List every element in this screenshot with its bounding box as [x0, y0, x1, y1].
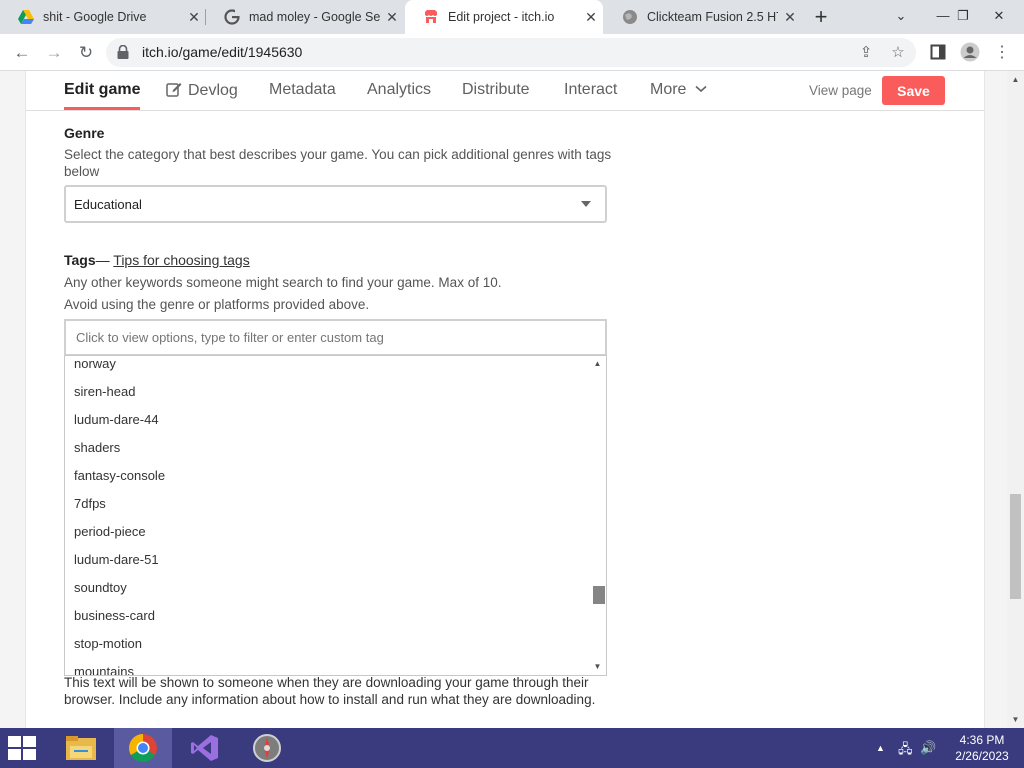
nav-devlog-label: Devlog: [188, 82, 238, 99]
nav-analytics[interactable]: Analytics: [367, 81, 431, 99]
nav-devlog[interactable]: Devlog: [166, 81, 238, 100]
forward-icon[interactable]: →: [40, 39, 68, 67]
nav-edit-game[interactable]: Edit game: [64, 81, 141, 110]
tag-option[interactable]: 7dfps: [74, 496, 106, 511]
tab-title: mad moley - Google Search: [249, 10, 380, 24]
share-icon[interactable]: ⇪: [856, 43, 876, 63]
save-button[interactable]: Save: [882, 76, 945, 105]
clickteam-fusion-icon: [253, 734, 281, 762]
bookmark-star-icon[interactable]: ☆: [888, 43, 908, 63]
close-tab-icon[interactable]: ✕: [182, 9, 206, 26]
taskbar-file-explorer[interactable]: [52, 728, 110, 768]
taskbar-clock[interactable]: 4:36 PM 2/26/2023: [946, 732, 1018, 764]
page-scrollbar[interactable]: ▲ ▼: [1007, 71, 1024, 728]
tab-search-icon[interactable]: ⌄: [884, 0, 918, 34]
tag-option[interactable]: norway: [74, 356, 116, 371]
scroll-down-arrow-icon[interactable]: ▼: [1007, 711, 1024, 728]
tab-title: shit - Google Drive: [43, 10, 147, 24]
address-bar[interactable]: itch.io/game/edit/1945630 ⇪ ☆: [106, 38, 916, 67]
nav-distribute[interactable]: Distribute: [462, 81, 530, 99]
edit-pencil-icon: [166, 83, 182, 97]
page-viewport: Edit game Devlog Metadata Analytics Dist…: [0, 71, 1024, 728]
volume-icon[interactable]: 🔊: [920, 740, 936, 756]
tag-option[interactable]: soundtoy: [74, 580, 127, 595]
tag-option[interactable]: business-card: [74, 608, 155, 623]
globe-icon: [623, 10, 637, 24]
nav-more[interactable]: More: [650, 81, 713, 99]
tag-option[interactable]: ludum-dare-44: [74, 412, 159, 427]
genre-select[interactable]: Educational: [64, 185, 607, 223]
tray-overflow-icon[interactable]: ▲: [876, 743, 885, 753]
edit-nav: Edit game Devlog Metadata Analytics Dist…: [26, 71, 984, 111]
genre-hint: Select the category that best describes …: [64, 147, 612, 179]
tag-option[interactable]: ludum-dare-51: [74, 552, 159, 567]
reload-icon[interactable]: ↻: [72, 39, 100, 67]
chrome-icon: [129, 734, 157, 762]
nav-interact[interactable]: Interact: [564, 81, 617, 99]
download-description-hint: This text will be shown to someone when …: [64, 675, 596, 707]
scrollbar-thumb[interactable]: [593, 586, 605, 604]
profile-avatar-icon[interactable]: [956, 39, 984, 67]
tag-option[interactable]: fantasy-console: [74, 468, 165, 483]
itchio-icon: [425, 10, 437, 23]
tag-option[interactable]: stop-motion: [74, 636, 142, 651]
browser-menu-icon[interactable]: ⋮: [988, 39, 1016, 67]
google-icon: [224, 9, 240, 25]
clock-date: 2/26/2023: [955, 749, 1009, 763]
tags-hint-2: Avoid using the genre or platforms provi…: [64, 297, 370, 312]
scrollbar-thumb[interactable]: [1010, 494, 1021, 599]
tags-hint-1: Any other keywords someone might search …: [64, 275, 502, 290]
tags-dash: —: [95, 252, 114, 268]
tab-google-drive[interactable]: shit - Google Drive ✕: [0, 0, 206, 34]
new-tab-button[interactable]: +: [808, 3, 834, 31]
restore-icon[interactable]: ❐: [946, 0, 980, 34]
tags-label-row: Tags— Tips for choosing tags: [64, 252, 250, 268]
view-page-link[interactable]: View page: [809, 83, 872, 98]
tab-title: Clickteam Fusion 2.5 HTML5: [647, 10, 778, 24]
close-tab-icon[interactable]: ✕: [380, 9, 404, 26]
file-explorer-icon: [66, 736, 96, 760]
genre-label: Genre: [64, 125, 105, 141]
tag-option[interactable]: period-piece: [74, 524, 146, 539]
taskbar-clickteam-fusion[interactable]: [238, 728, 296, 768]
url-text: itch.io/game/edit/1945630: [142, 44, 303, 60]
tag-option[interactable]: shaders: [74, 440, 120, 455]
browser-toolbar: ← → ↻ itch.io/game/edit/1945630 ⇪ ☆ ⋮: [0, 34, 1024, 71]
lock-icon: [117, 45, 129, 59]
tags-input[interactable]: [76, 327, 596, 347]
tab-google-search[interactable]: mad moley - Google Search ✕: [206, 0, 404, 34]
tags-dropdown-scrollbar[interactable]: ▲ ▼: [589, 356, 606, 675]
scroll-up-arrow-icon[interactable]: ▲: [1007, 71, 1024, 88]
scroll-down-arrow-icon[interactable]: ▼: [589, 659, 606, 675]
dropdown-caret-icon: [581, 201, 591, 207]
close-window-icon[interactable]: ✕: [982, 0, 1016, 34]
visual-studio-icon: [191, 735, 218, 761]
browser-tab-strip: shit - Google Drive ✕ mad moley - Google…: [0, 0, 1024, 34]
clock-time: 4:36 PM: [959, 733, 1005, 747]
windows-start-icon[interactable]: [8, 736, 36, 760]
chevron-down-icon: [695, 85, 707, 93]
back-icon[interactable]: ←: [8, 39, 36, 67]
side-panel-icon[interactable]: [924, 39, 952, 67]
genre-selected-value: Educational: [74, 197, 142, 212]
google-drive-icon: [18, 10, 34, 24]
network-icon[interactable]: 🖧: [898, 740, 913, 762]
windows-taskbar: ▲ 🖧 🔊 4:36 PM 2/26/2023: [0, 728, 1024, 768]
tag-option[interactable]: siren-head: [74, 384, 135, 399]
taskbar-visual-studio[interactable]: [176, 728, 234, 768]
itchio-edit-page: Edit game Devlog Metadata Analytics Dist…: [25, 71, 985, 728]
tags-input-box[interactable]: [64, 319, 607, 355]
close-tab-icon[interactable]: ✕: [579, 9, 603, 26]
scroll-up-arrow-icon[interactable]: ▲: [589, 356, 606, 372]
tab-clickteam[interactable]: Clickteam Fusion 2.5 HTML5 ✕: [604, 0, 802, 34]
tab-title: Edit project - itch.io: [448, 10, 555, 24]
close-tab-icon[interactable]: ✕: [778, 9, 802, 26]
tab-edit-project[interactable]: Edit project - itch.io ✕: [405, 0, 603, 34]
nav-more-label: More: [650, 81, 687, 98]
tags-label: Tags: [64, 252, 96, 268]
tags-tips-link[interactable]: Tips for choosing tags: [113, 252, 249, 268]
nav-metadata[interactable]: Metadata: [269, 81, 336, 99]
taskbar-chrome[interactable]: [114, 728, 172, 768]
tags-dropdown: norway siren-head ludum-dare-44 shaders …: [64, 355, 607, 676]
